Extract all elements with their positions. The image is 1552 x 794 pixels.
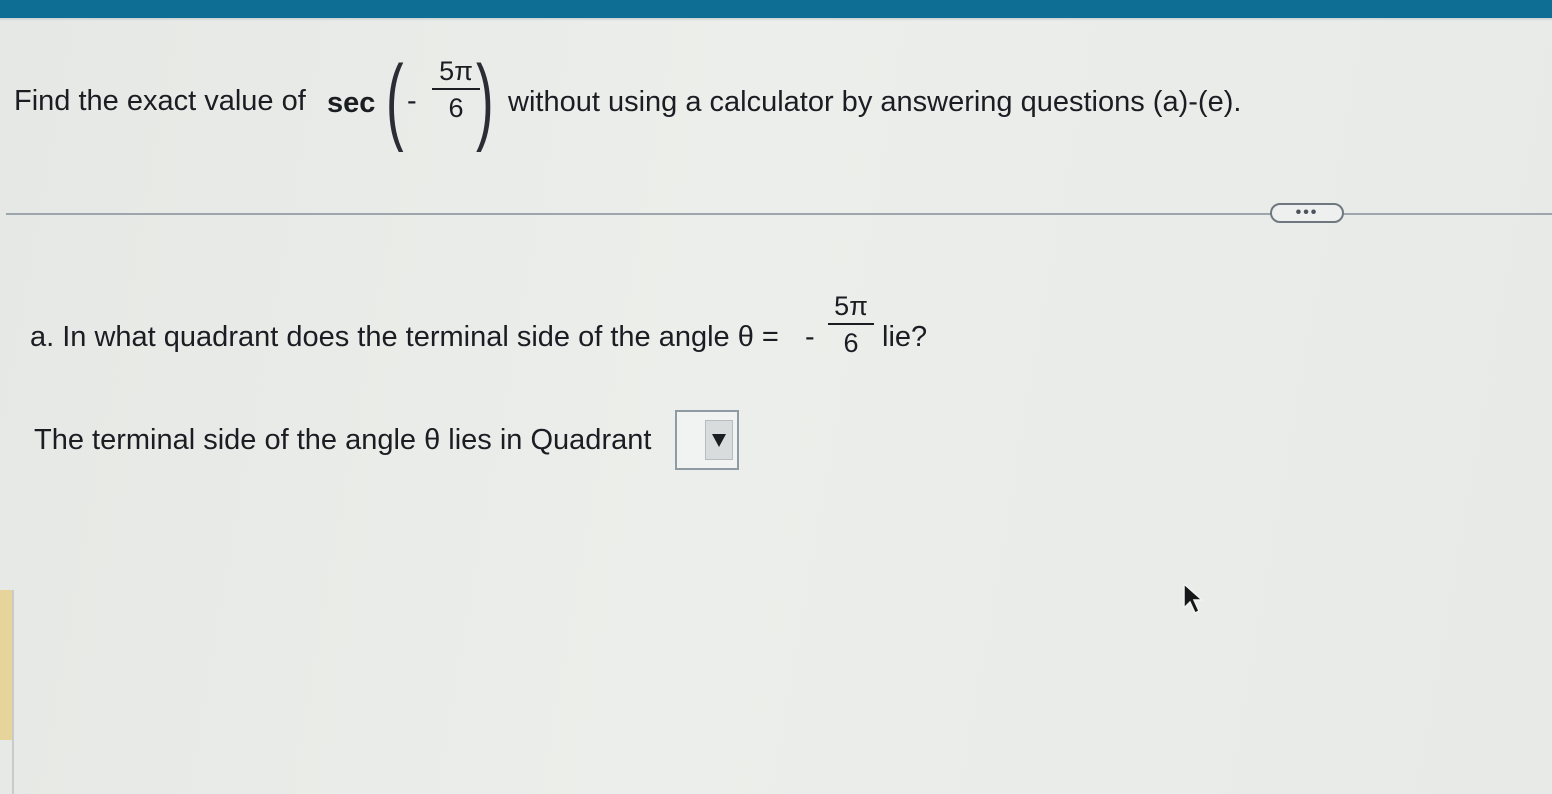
question-denominator: 6 xyxy=(448,93,464,123)
top-bar xyxy=(0,0,1552,21)
part-a-fraction: 5π 6 xyxy=(828,293,874,357)
question-page: Find the exact value of sec ( - 5π 6 ) w… xyxy=(0,0,1552,794)
part-a-fraction-bar xyxy=(828,323,874,325)
answer-label: The terminal side of the angle θ lies in… xyxy=(34,424,652,456)
part-a-suffix: lie? xyxy=(882,321,928,353)
more-options-button[interactable]: ••• xyxy=(1270,203,1344,223)
triangle-down-icon xyxy=(712,434,726,447)
dropdown-toggle-button[interactable] xyxy=(705,420,733,460)
part-a-minus: - xyxy=(805,321,815,353)
part-a-denominator: 6 xyxy=(843,328,859,358)
question-prefix: Find the exact value of xyxy=(14,85,306,117)
question-suffix: without using a calculator by answering … xyxy=(508,86,1242,118)
quadrant-select[interactable] xyxy=(675,410,739,470)
question-fraction: 5π 6 xyxy=(432,58,480,122)
left-edge-divider xyxy=(12,590,14,794)
mouse-pointer-icon xyxy=(1183,582,1204,615)
right-paren: ) xyxy=(476,46,494,153)
question-minus: - xyxy=(407,85,417,117)
question-function: sec xyxy=(327,87,376,119)
part-a-numerator: 5π xyxy=(834,291,868,321)
fraction-bar xyxy=(432,88,480,90)
part-a-prompt: a. In what quadrant does the terminal si… xyxy=(30,321,779,353)
question-numerator: 5π xyxy=(439,56,473,86)
left-paren: ( xyxy=(386,46,404,153)
